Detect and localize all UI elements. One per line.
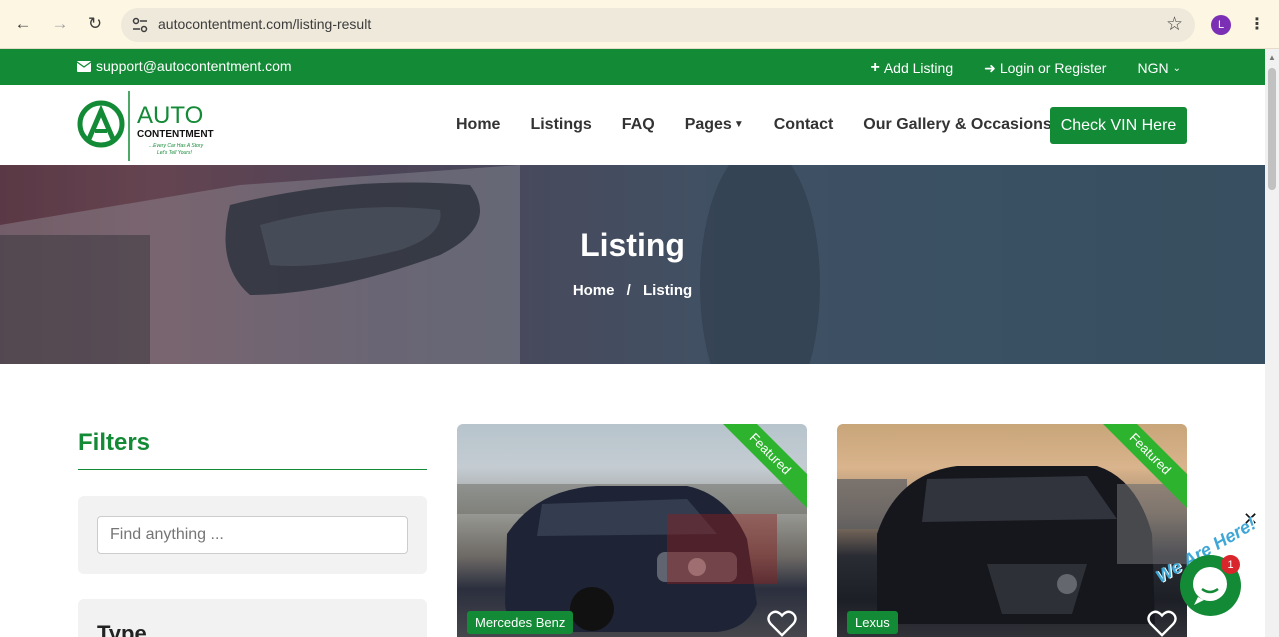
url-text[interactable]: autocontentment.com/listing-result	[158, 16, 371, 32]
back-icon[interactable]: ←	[11, 12, 35, 36]
svg-text:...Every Car Has A Story: ...Every Car Has A Story	[149, 143, 204, 149]
nav-gallery[interactable]: Our Gallery & Occasions	[863, 116, 1052, 134]
browser-toolbar: ← → ↻ autocontentment.com/listing-result…	[0, 0, 1279, 49]
type-filter-panel: Type	[78, 599, 427, 637]
sign-in-icon: ➜	[984, 59, 996, 76]
nav-listings[interactable]: Listings	[530, 116, 591, 134]
scroll-up-icon[interactable]: ▲	[1268, 53, 1276, 62]
nav-pages[interactable]: Pages ▼	[685, 116, 744, 134]
top-bar: support@autocontentment.com + Add Listin…	[0, 49, 1265, 85]
brand-tag[interactable]: Mercedes Benz	[467, 611, 574, 634]
login-register-link[interactable]: ➜ Login or Register	[984, 60, 1106, 77]
currency-dropdown[interactable]: NGN ⌄	[1137, 60, 1181, 76]
filters-heading: Filters	[78, 429, 151, 456]
add-listing-link[interactable]: + Add Listing	[871, 59, 954, 77]
bookmark-star-icon[interactable]: ☆	[1166, 13, 1183, 36]
envelope-icon	[77, 60, 91, 72]
caret-down-icon: ▼	[733, 119, 744, 130]
scrollbar-thumb[interactable]	[1268, 68, 1276, 190]
nav-home[interactable]: Home	[456, 116, 500, 134]
site-logo[interactable]: AUTO CONTENTMENT ...Every Car Has A Stor…	[77, 91, 227, 161]
listing-card[interactable]: Featured Mercedes Benz	[457, 424, 807, 637]
breadcrumb-current: Listing	[643, 282, 693, 299]
chevron-down-icon: ⌄	[1172, 62, 1181, 74]
forward-icon[interactable]: →	[48, 12, 72, 36]
address-bar[interactable]: autocontentment.com/listing-result ☆	[121, 8, 1195, 42]
main-nav: Home Listings FAQ Pages ▼ Contact Our Gal…	[456, 116, 1052, 134]
listing-card[interactable]: Featured Lexus	[837, 424, 1187, 637]
breadcrumb: Home / Listing	[0, 282, 1265, 299]
site-info-icon[interactable]	[131, 16, 149, 34]
currency-label: NGN	[1137, 60, 1169, 76]
site-header: AUTO CONTENTMENT ...Every Car Has A Stor…	[0, 85, 1265, 165]
page-hero: Listing Home / Listing	[0, 165, 1265, 364]
login-label: Login or Register	[999, 60, 1107, 76]
page-title: Listing	[580, 227, 685, 263]
breadcrumb-home[interactable]: Home	[573, 282, 615, 299]
brand-tag[interactable]: Lexus	[847, 611, 898, 634]
breadcrumb-separator: /	[626, 282, 631, 299]
plus-icon: +	[870, 59, 880, 76]
support-email[interactable]: support@autocontentment.com	[77, 58, 292, 74]
reload-icon[interactable]: ↻	[83, 12, 107, 36]
chat-unread-badge: 1	[1221, 555, 1240, 574]
support-email-text: support@autocontentment.com	[96, 58, 292, 74]
heart-icon[interactable]	[767, 610, 797, 637]
nav-contact[interactable]: Contact	[774, 116, 834, 134]
check-vin-button[interactable]: Check VIN Here	[1050, 107, 1187, 144]
nav-faq[interactable]: FAQ	[622, 116, 655, 134]
add-listing-label: Add Listing	[883, 60, 954, 76]
browser-menu-icon[interactable]: ⋮	[1249, 14, 1265, 34]
hero-overlay	[0, 165, 1265, 364]
type-filter-label: Type	[97, 621, 147, 637]
filters-divider	[78, 469, 427, 470]
search-input[interactable]	[97, 516, 408, 554]
profile-avatar[interactable]: L	[1211, 15, 1231, 35]
svg-text:Let's Tell Yours!: Let's Tell Yours!	[157, 150, 192, 156]
page-scrollbar[interactable]: ▲	[1265, 49, 1279, 637]
heart-icon[interactable]	[1147, 610, 1177, 637]
search-filter-panel	[78, 496, 427, 574]
nav-pages-label: Pages	[684, 116, 732, 133]
svg-text:CONTENTMENT: CONTENTMENT	[137, 129, 214, 140]
svg-text:AUTO: AUTO	[137, 102, 203, 129]
